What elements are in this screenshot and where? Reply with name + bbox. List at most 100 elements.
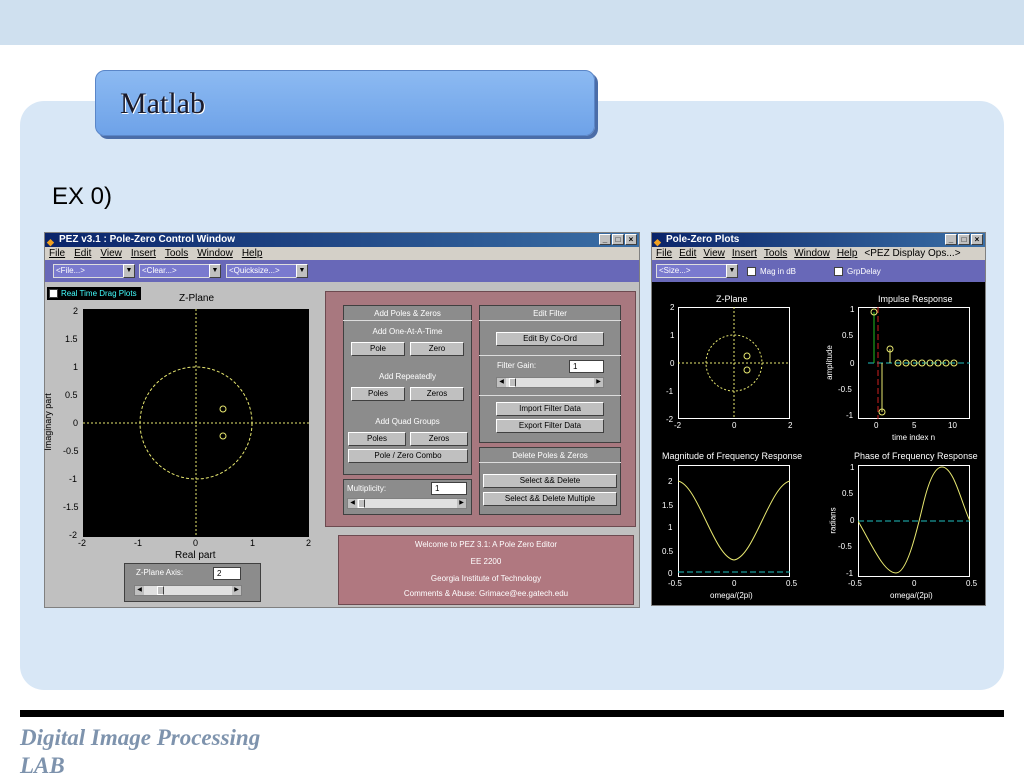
maximize-icon[interactable]: □: [612, 234, 624, 245]
divider: [343, 320, 472, 321]
phase-ytick: 0.5: [842, 489, 854, 498]
menu-insert[interactable]: Insert: [732, 247, 757, 260]
close-icon[interactable]: ×: [625, 234, 637, 245]
zplane-xlabel: Real part: [175, 550, 216, 561]
quicksize-dropdown[interactable]: <Quicksize...> ▼: [226, 264, 308, 278]
chevron-down-icon: ▼: [123, 264, 135, 278]
impulse-plot[interactable]: [858, 307, 970, 419]
small-zplane-ytick: 0: [670, 359, 675, 368]
quad-label: Add Quad Groups: [375, 417, 440, 426]
menu-window[interactable]: Window: [197, 247, 233, 260]
arrow-left-icon[interactable]: ◀: [348, 499, 357, 508]
menu-edit[interactable]: Edit: [74, 247, 91, 260]
menu-tools[interactable]: Tools: [764, 247, 787, 260]
menu-window[interactable]: Window: [794, 247, 830, 260]
pole-zero-plots-window: ◆ Pole-Zero Plots _ □ × File Edit View I…: [651, 232, 986, 606]
zplane-xtick: -1: [134, 538, 143, 548]
realtime-checkbox[interactable]: [49, 289, 58, 298]
maximize-icon[interactable]: □: [958, 234, 970, 245]
menu-tools[interactable]: Tools: [165, 247, 188, 260]
menu-help[interactable]: Help: [837, 247, 858, 260]
slide-title: Matlab: [120, 87, 205, 120]
divider: [479, 355, 621, 356]
add-poles-repeat-button[interactable]: Poles: [351, 387, 405, 401]
export-filter-button[interactable]: Export Filter Data: [496, 419, 604, 433]
phase-xtick: 0: [912, 579, 917, 588]
multiplicity-input[interactable]: 1: [431, 482, 467, 495]
magnitude-ytick: 2: [668, 477, 673, 486]
phase-xlabel: omega/(2pi): [890, 591, 933, 600]
menu-insert[interactable]: Insert: [131, 247, 156, 260]
add-poles-header: Add Poles & Zeros: [374, 309, 441, 318]
arrow-left-icon[interactable]: ◀: [497, 378, 506, 387]
small-zplane-xtick: 0: [732, 421, 737, 430]
add-zero-button[interactable]: Zero: [410, 342, 464, 356]
small-zplane-ytick: -2: [666, 415, 674, 424]
small-zplane-ytick: 1: [670, 331, 675, 340]
phase-ytick: 0: [850, 516, 855, 525]
filter-gain-slider[interactable]: ◀ ▶: [496, 377, 604, 388]
impulse-ytick: -0.5: [838, 385, 852, 394]
arrow-right-icon[interactable]: ▶: [457, 499, 466, 508]
add-zeros-quad-button[interactable]: Zeros: [410, 432, 468, 446]
select-delete-multiple-button[interactable]: Select && Delete Multiple: [483, 492, 617, 506]
magnitude-plot[interactable]: [678, 465, 790, 577]
small-zplane-ytick: 2: [670, 303, 675, 312]
control-window-titlebar[interactable]: ◆ PEZ v3.1 : Pole-Zero Control Window _ …: [45, 233, 639, 247]
close-icon[interactable]: ×: [971, 234, 983, 245]
mag-db-label: Mag in dB: [760, 267, 797, 276]
arrow-right-icon[interactable]: ▶: [232, 586, 241, 595]
add-pole-button[interactable]: Pole: [351, 342, 405, 356]
import-filter-button[interactable]: Import Filter Data: [496, 402, 604, 416]
mag-db-checkbox[interactable]: [747, 267, 756, 276]
size-dropdown[interactable]: <Size...> ▼: [656, 264, 738, 278]
impulse-xlabel: time index n: [892, 433, 936, 442]
grpdelay-checkbox[interactable]: [834, 267, 843, 276]
zplane-axis-label: Z-Plane Axis:: [136, 568, 184, 577]
quicksize-dropdown-value: <Quicksize...>: [229, 266, 280, 275]
multiplicity-slider[interactable]: ◀ ▶: [347, 498, 467, 509]
clear-dropdown[interactable]: <Clear...> ▼: [139, 264, 221, 278]
pole-zero-combo-button[interactable]: Pole / Zero Combo: [348, 449, 468, 463]
minimize-icon[interactable]: _: [599, 234, 611, 245]
multiplicity-label: Multiplicity:: [347, 484, 387, 493]
select-delete-button[interactable]: Select && Delete: [483, 474, 617, 488]
small-zplane-plot[interactable]: [678, 307, 790, 419]
menu-display-ops[interactable]: <PEZ Display Ops...>: [864, 247, 960, 260]
phase-ytick: -1: [846, 569, 854, 578]
filter-gain-input[interactable]: 1: [569, 360, 604, 373]
add-poles-quad-button[interactable]: Poles: [348, 432, 406, 446]
file-dropdown[interactable]: <File...> ▼: [53, 264, 135, 278]
zplane-ytick: -1.5: [63, 502, 79, 512]
slide-title-tab: Matlab: [95, 70, 595, 136]
zplane-axis-input[interactable]: 2: [213, 567, 241, 580]
plots-window-titlebar[interactable]: ◆ Pole-Zero Plots _ □ ×: [652, 233, 985, 247]
zplane-xtick: 1: [250, 538, 256, 548]
phase-ylabel: radians: [828, 507, 838, 534]
slider-thumb[interactable]: [509, 378, 516, 387]
zero-marker[interactable]: [219, 432, 227, 440]
add-zeros-repeat-button[interactable]: Zeros: [410, 387, 464, 401]
bottom-rule: [20, 710, 1004, 717]
zero-marker[interactable]: [219, 405, 227, 413]
impulse-ylabel: amplitude: [824, 345, 834, 380]
edit-coord-button[interactable]: Edit By Co-Ord: [496, 332, 604, 346]
zplane-plot[interactable]: [83, 309, 309, 537]
arrow-right-icon[interactable]: ▶: [594, 378, 603, 387]
control-menubar: File Edit View Insert Tools Window Help: [45, 247, 639, 260]
minimize-icon[interactable]: _: [945, 234, 957, 245]
arrow-left-icon[interactable]: ◀: [135, 586, 144, 595]
footer-line2: LAB: [20, 753, 65, 778]
slider-thumb[interactable]: [157, 586, 164, 595]
matlab-logo-icon: ◆: [47, 237, 54, 247]
zplane-axis-slider[interactable]: ◀ ▶: [134, 585, 242, 596]
menu-view[interactable]: View: [100, 247, 122, 260]
menu-view[interactable]: View: [703, 247, 725, 260]
impulse-ytick: 0.5: [842, 331, 854, 340]
small-zplane-ytick: -1: [666, 387, 674, 396]
menu-edit[interactable]: Edit: [679, 247, 696, 260]
small-zplane-xtick: 2: [788, 421, 793, 430]
slider-thumb[interactable]: [358, 499, 365, 508]
phase-plot[interactable]: [858, 465, 970, 577]
menu-help[interactable]: Help: [242, 247, 263, 260]
